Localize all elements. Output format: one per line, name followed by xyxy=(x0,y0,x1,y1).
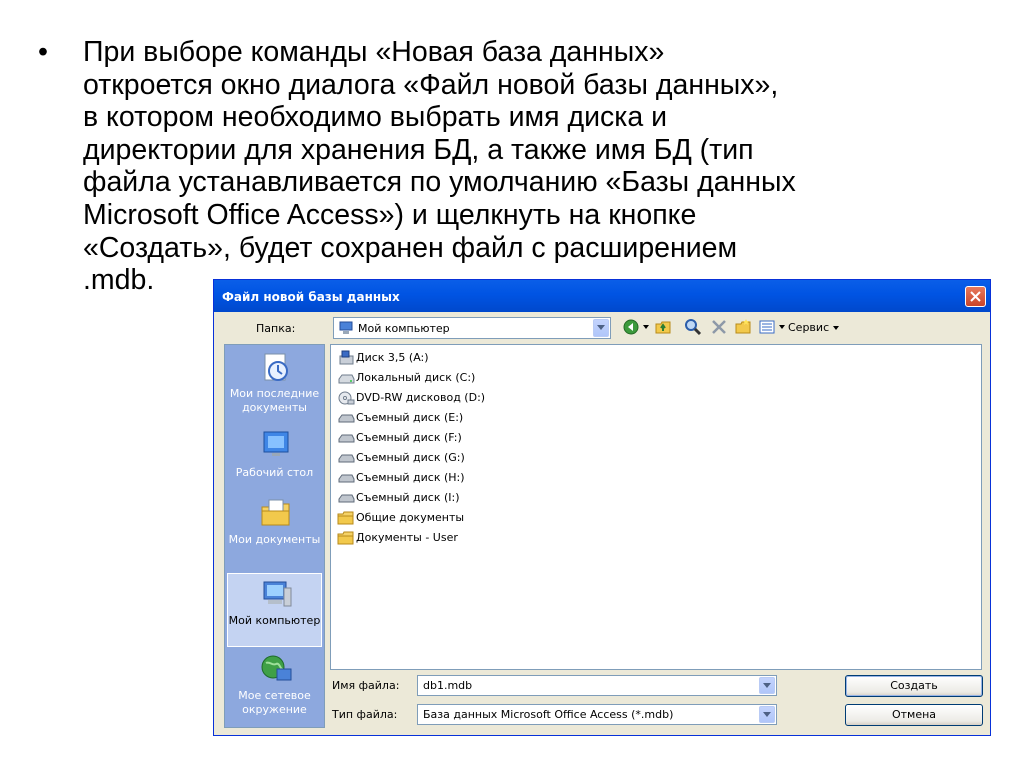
dvd-drive-icon xyxy=(338,391,355,405)
cancel-button[interactable]: Отмена xyxy=(845,704,983,726)
file-name: Съемный диск (G:) xyxy=(356,451,465,464)
filetype-value: База данных Microsoft Office Access (*.m… xyxy=(423,708,674,721)
place-label: Мое сетевое окружение xyxy=(238,689,311,716)
slide-line: файла устанавливается по умолчанию «Базы… xyxy=(83,166,796,199)
places-bar: Мои последние документы Рабочий стол Мои… xyxy=(224,344,325,728)
slide-line: Microsoft Office Access») и щелкнуть на … xyxy=(83,198,697,231)
new-database-dialog: Файл новой базы данных Папка: Мой компью… xyxy=(213,279,991,736)
place-label: Мой компьютер xyxy=(228,614,321,627)
chevron-down-icon xyxy=(763,712,771,717)
folder-icon xyxy=(337,531,354,545)
service-label: Сервис xyxy=(788,321,830,334)
removable-drive-icon xyxy=(338,414,355,423)
filetype-label: Тип файла: xyxy=(332,708,398,721)
place-desktop[interactable]: Рабочий стол xyxy=(227,423,322,497)
folder-icon xyxy=(337,511,354,525)
folder-value: Мой компьютер xyxy=(358,322,450,335)
title-bar[interactable]: Файл новой базы данных xyxy=(214,280,990,312)
service-menu[interactable]: Сервис xyxy=(788,321,839,334)
file-name: Съемный диск (E:) xyxy=(356,411,464,424)
filename-label: Имя файла: xyxy=(332,679,400,692)
removable-drive-icon xyxy=(338,494,355,503)
my-computer-icon xyxy=(263,581,292,607)
new-folder-icon[interactable] xyxy=(734,318,752,336)
up-folder-icon[interactable] xyxy=(654,318,672,336)
filetype-select[interactable]: База данных Microsoft Office Access (*.m… xyxy=(417,704,777,725)
slide-line: При выборе команды «Новая база данных» xyxy=(83,36,665,68)
file-name: Диск 3,5 (A:) xyxy=(356,351,429,364)
recent-documents-icon xyxy=(264,353,288,381)
create-button[interactable]: Создать xyxy=(845,675,983,697)
views-dropdown-icon[interactable] xyxy=(779,325,785,329)
file-name: Документы - User xyxy=(356,531,458,544)
slide-line: в котором необходимо выбрать имя диска и xyxy=(83,101,668,134)
removable-drive-icon xyxy=(338,474,355,483)
back-dropdown-icon[interactable] xyxy=(643,325,649,329)
removable-drive-icon xyxy=(338,454,355,463)
slide-line: «Создать», будет сохранен файл с расшире… xyxy=(83,231,738,264)
place-recent-documents[interactable]: Мои последние документы xyxy=(227,347,322,421)
folder-combobox[interactable]: Мой компьютер xyxy=(333,317,611,339)
slide-line: откроется окно диалога «Файл новой базы … xyxy=(83,68,779,101)
place-label: Мои документы xyxy=(228,533,321,546)
hard-drive-icon xyxy=(338,374,355,384)
file-name: Съемный диск (I:) xyxy=(356,491,460,504)
back-icon[interactable] xyxy=(622,318,640,336)
views-icon[interactable] xyxy=(758,318,776,336)
folder-dropdown-arrow[interactable] xyxy=(593,319,609,337)
folder-label: Папка: xyxy=(256,322,296,335)
slide-text: • При выборе команды «Новая база данных»… xyxy=(38,36,978,297)
desktop-icon xyxy=(263,431,289,456)
place-my-computer[interactable]: Мой компьютер xyxy=(227,573,322,647)
dialog-title: Файл новой базы данных xyxy=(222,290,400,304)
search-web-icon[interactable] xyxy=(684,318,702,336)
file-name: Общие документы xyxy=(356,511,465,524)
delete-icon[interactable] xyxy=(710,318,728,336)
close-button[interactable] xyxy=(965,286,986,307)
place-label: Рабочий стол xyxy=(235,466,314,479)
my-documents-icon xyxy=(261,499,290,526)
slide-line: директории для хранения БД, а также имя … xyxy=(83,133,754,166)
bullet-body: При выборе команды «Новая база данных» о… xyxy=(83,36,978,297)
file-name: Локальный диск (C:) xyxy=(356,371,476,384)
chevron-down-icon xyxy=(597,325,605,330)
chevron-down-icon xyxy=(763,683,771,688)
file-name: Съемный диск (F:) xyxy=(356,431,462,444)
place-network[interactable]: Мое сетевое окружение xyxy=(227,649,322,723)
place-label: Мои последние документы xyxy=(229,387,320,414)
removable-drive-icon xyxy=(338,434,355,443)
place-my-documents[interactable]: Мои документы xyxy=(227,493,322,567)
filename-dropdown-arrow[interactable] xyxy=(759,677,775,694)
filetype-dropdown-arrow[interactable] xyxy=(759,706,775,723)
bullet-marker: • xyxy=(38,36,48,68)
floppy-drive-icon xyxy=(339,350,354,365)
network-places-icon xyxy=(261,655,292,681)
filename-value: db1.mdb xyxy=(423,679,473,692)
my-computer-icon xyxy=(339,321,353,334)
file-list[interactable]: Диск 3,5 (A:) Локальный диск (C:) DVD-RW… xyxy=(330,344,982,670)
file-name: Съемный диск (H:) xyxy=(356,471,465,484)
file-name: DVD-RW дисковод (D:) xyxy=(356,391,486,404)
chevron-down-icon xyxy=(832,326,839,330)
filename-input[interactable]: db1.mdb xyxy=(417,675,777,696)
close-icon xyxy=(970,291,981,302)
